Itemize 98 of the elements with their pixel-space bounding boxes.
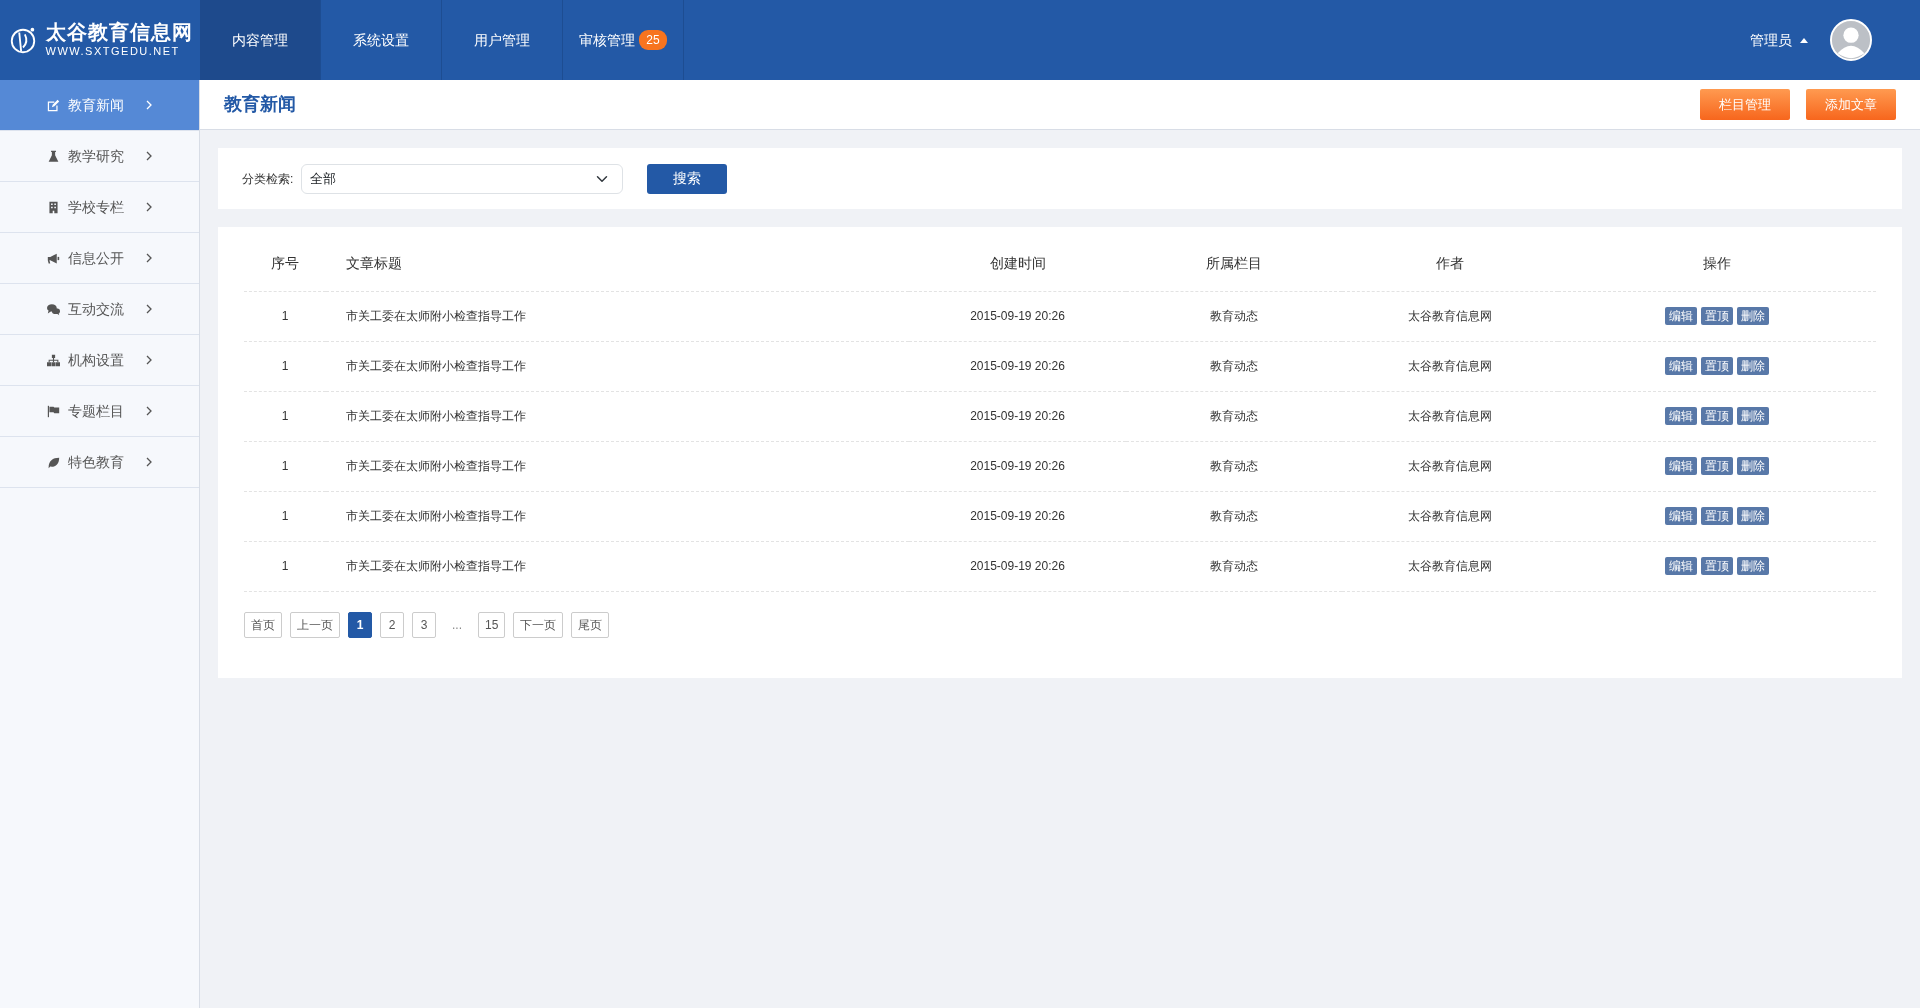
pin-button[interactable]: 置顶	[1701, 407, 1733, 425]
pagination-ellipsis: ...	[451, 616, 463, 634]
page-button[interactable]: 1	[348, 611, 372, 638]
chevron-right-icon	[146, 457, 152, 467]
delete-button[interactable]: 删除	[1737, 307, 1769, 325]
table-cell: 市关工委在太师附小检查指导工作	[326, 541, 909, 591]
table-cell: 教育动态	[1126, 441, 1342, 491]
chevron-right-icon	[146, 151, 152, 161]
table-cell: 教育动态	[1126, 291, 1342, 341]
megaphone-icon	[47, 251, 60, 265]
table-cell: 2015-09-19 20:26	[909, 341, 1126, 391]
table-cell: 太谷教育信息网	[1342, 491, 1558, 541]
user-menu[interactable]: 管理员	[1744, 28, 1814, 52]
logo-subtitle: WWW.SXTGEDU.NET	[45, 43, 181, 59]
chevron-right-icon	[146, 406, 152, 416]
table-cell: 1	[244, 291, 326, 341]
pin-button[interactable]: 置顶	[1701, 357, 1733, 375]
table-cell: 教育动态	[1126, 341, 1342, 391]
table-cell: 2015-09-19 20:26	[909, 291, 1126, 341]
edit-button[interactable]: 编辑	[1665, 307, 1697, 325]
sidebar-item[interactable]: 机构设置	[0, 335, 199, 386]
page-button[interactable]: 3	[412, 611, 436, 638]
table-cell: 2015-09-19 20:26	[909, 441, 1126, 491]
chat-icon	[47, 302, 60, 316]
sidebar-item[interactable]: 专题栏目	[0, 386, 199, 437]
edit-button[interactable]: 编辑	[1665, 357, 1697, 375]
pin-button[interactable]: 置顶	[1701, 307, 1733, 325]
delete-button[interactable]: 删除	[1737, 557, 1769, 575]
edit-button[interactable]: 编辑	[1665, 457, 1697, 475]
chevron-right-icon	[146, 202, 152, 212]
table-cell: 教育动态	[1126, 491, 1342, 541]
sidebar-item[interactable]: 互动交流	[0, 284, 199, 335]
table-cell: 1	[244, 391, 326, 441]
column-header: 作者	[1342, 237, 1558, 291]
logo-title: 太谷教育信息网	[45, 20, 193, 43]
sidebar-item[interactable]: 信息公开	[0, 233, 199, 284]
table-cell: 太谷教育信息网	[1342, 441, 1558, 491]
chevron-right-icon	[146, 304, 152, 314]
page-title: 教育新闻	[224, 93, 296, 116]
edit-icon	[47, 98, 60, 112]
page-button[interactable]: 下一页	[513, 611, 564, 638]
edit-button[interactable]: 编辑	[1665, 507, 1697, 525]
table-cell: 1	[244, 491, 326, 541]
chevron-right-icon	[146, 355, 152, 365]
avatar-icon	[1830, 19, 1872, 61]
column-header: 操作	[1558, 237, 1876, 291]
table-cell: 教育动态	[1126, 391, 1342, 441]
pin-button[interactable]: 置顶	[1701, 507, 1733, 525]
table-cell: 太谷教育信息网	[1342, 341, 1558, 391]
flag-icon	[47, 404, 60, 418]
table-cell: 太谷教育信息网	[1342, 391, 1558, 441]
table-cell: 市关工委在太师附小检查指导工作	[326, 391, 909, 441]
edit-button[interactable]: 编辑	[1665, 407, 1697, 425]
table-cell: 2015-09-19 20:26	[909, 491, 1126, 541]
table-cell: 市关工委在太师附小检查指导工作	[326, 291, 909, 341]
building-icon	[47, 200, 60, 214]
category-select[interactable]: 全部	[301, 163, 624, 194]
page-button[interactable]: 上一页	[290, 611, 340, 638]
search-button[interactable]: 搜索	[647, 163, 728, 194]
flask-icon	[47, 149, 60, 163]
table-cell: 市关工委在太师附小检查指导工作	[326, 491, 909, 541]
column-header: 文章标题	[326, 237, 909, 291]
edit-button[interactable]: 编辑	[1665, 557, 1697, 575]
column-header: 所属栏目	[1126, 237, 1342, 291]
table-cell: 太谷教育信息网	[1342, 291, 1558, 341]
table-cell: 市关工委在太师附小检查指导工作	[326, 441, 909, 491]
chevron-right-icon	[146, 100, 152, 110]
pin-button[interactable]: 置顶	[1701, 457, 1733, 475]
column-header: 创建时间	[909, 237, 1126, 291]
table-cell: 1	[244, 441, 326, 491]
page-button[interactable]: 尾页	[571, 611, 610, 638]
page-button[interactable]: 2	[380, 611, 404, 638]
page-button[interactable]: 15	[478, 611, 506, 638]
count-badge: 25	[639, 30, 667, 50]
nav-tab[interactable]: 内容管理	[200, 0, 321, 80]
table-cell: 教育动态	[1126, 541, 1342, 591]
table-cell: 市关工委在太师附小检查指导工作	[326, 341, 909, 391]
column-header: 序号	[244, 237, 326, 291]
caret-icon	[1800, 37, 1808, 43]
page-button[interactable]: 首页	[244, 611, 282, 638]
sidebar-item[interactable]: 学校专栏	[0, 182, 199, 233]
pin-button[interactable]: 置顶	[1701, 557, 1733, 575]
delete-button[interactable]: 删除	[1737, 407, 1769, 425]
filter-label: 分类检索:	[242, 170, 294, 188]
sidebar-item[interactable]: 特色教育	[0, 437, 199, 488]
delete-button[interactable]: 删除	[1737, 507, 1769, 525]
chevron-right-icon	[146, 253, 152, 263]
table-cell: 1	[244, 541, 326, 591]
table-cell: 1	[244, 341, 326, 391]
leaf-icon	[47, 455, 60, 469]
sitemap-icon	[47, 353, 60, 367]
delete-button[interactable]: 删除	[1737, 457, 1769, 475]
table-cell: 2015-09-19 20:26	[909, 541, 1126, 591]
sidebar-item[interactable]: 教育新闻	[0, 80, 199, 131]
delete-button[interactable]: 删除	[1737, 357, 1769, 375]
table-cell: 太谷教育信息网	[1342, 541, 1558, 591]
table-cell: 2015-09-19 20:26	[909, 391, 1126, 441]
sidebar-item[interactable]: 教学研究	[0, 131, 199, 182]
